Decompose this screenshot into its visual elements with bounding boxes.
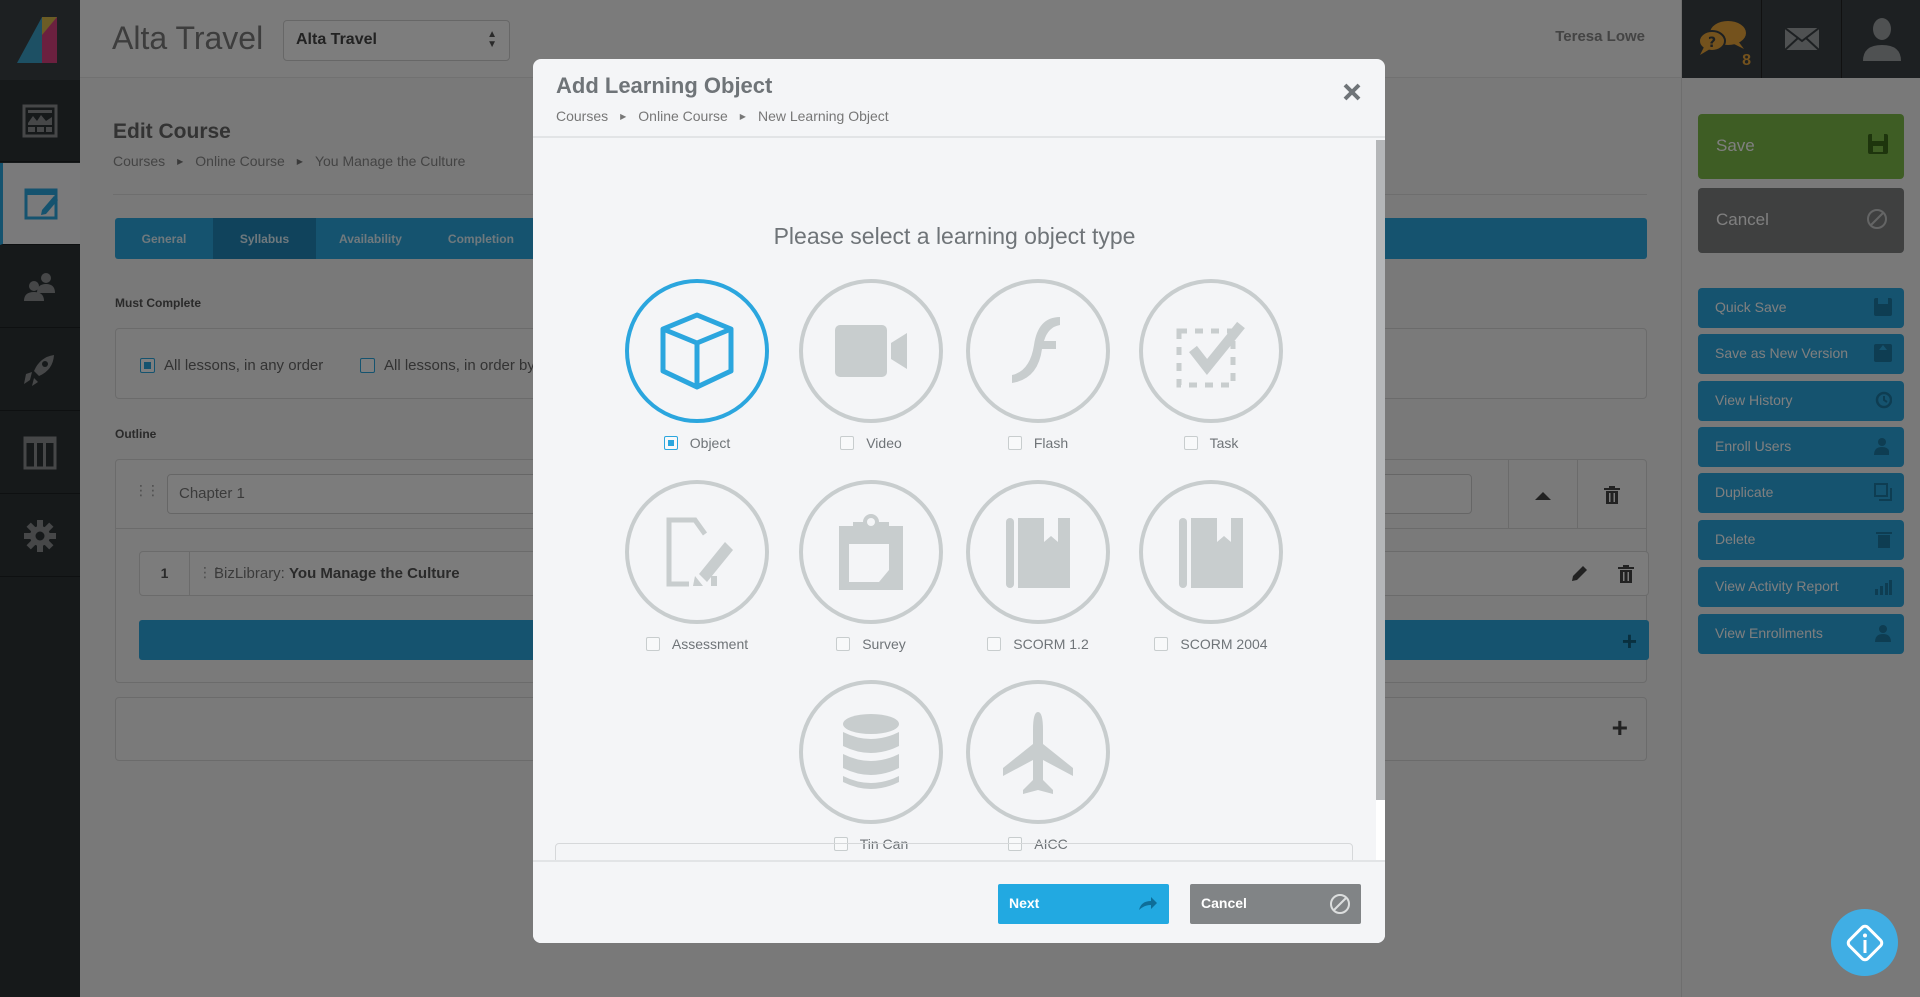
type-scorm-2004-tile[interactable] — [1139, 480, 1283, 624]
add-learning-object-modal: Add Learning Object Courses ▶ Online Cou… — [533, 59, 1385, 943]
close-icon[interactable] — [1341, 81, 1363, 103]
modal-body: Please select a learning object type Obj… — [533, 140, 1385, 873]
type-checkbox[interactable] — [987, 637, 1002, 651]
breadcrumb-item: New Learning Object — [757, 108, 889, 124]
breadcrumb-item[interactable]: Courses — [556, 108, 608, 124]
type-option[interactable]: Assessment — [617, 636, 777, 652]
modal-cancel-button[interactable]: Cancel — [1190, 884, 1361, 924]
flash-icon — [1012, 317, 1060, 383]
type-task-tile[interactable] — [1139, 279, 1283, 423]
type-checkbox[interactable] — [1007, 436, 1022, 450]
type-flash-tile[interactable] — [966, 279, 1110, 423]
next-button[interactable]: Next — [998, 884, 1169, 924]
next-button-label: Next — [1009, 895, 1040, 911]
type-option[interactable]: Video — [791, 435, 951, 451]
type-checkbox[interactable] — [836, 637, 851, 651]
type-aicc-tile[interactable] — [966, 680, 1110, 824]
modal-cancel-label: Cancel — [1201, 895, 1247, 911]
modal-breadcrumb: Courses ▶ Online Course ▶ New Learning O… — [556, 108, 889, 124]
modal-title: Add Learning Object — [556, 73, 773, 98]
type-checkbox[interactable] — [663, 436, 678, 450]
database-icon — [843, 714, 899, 789]
breadcrumb-caret-icon: ▶ — [739, 111, 746, 121]
type-checkbox[interactable] — [1154, 637, 1169, 651]
scrollbar-thumb[interactable] — [1376, 140, 1385, 800]
modal-prompt: Please select a learning object type — [773, 223, 1136, 249]
book-icon — [1006, 518, 1070, 588]
type-option[interactable]: Task — [1131, 435, 1291, 451]
video-camera-icon — [835, 325, 907, 377]
type-scorm-1-2-tile[interactable] — [966, 480, 1110, 624]
type-tin-can-tile[interactable] — [799, 680, 943, 824]
cube-icon — [660, 312, 734, 390]
type-video-tile[interactable] — [799, 279, 943, 423]
type-option[interactable]: Flash — [958, 435, 1118, 451]
book-icon — [1179, 518, 1243, 588]
modal-footer: Next Cancel — [533, 860, 1385, 943]
breadcrumb-caret-icon: ▶ — [620, 111, 627, 121]
type-checkbox[interactable] — [1183, 436, 1198, 450]
info-diamond-icon — [1846, 924, 1883, 961]
airplane-icon — [1003, 712, 1073, 794]
breadcrumb-item[interactable]: Online Course — [638, 108, 728, 124]
assessment-icon — [666, 517, 733, 587]
type-label: SCORM 1.2 — [1013, 636, 1089, 652]
clipboard-icon — [839, 514, 903, 590]
modal-scrollbar[interactable] — [1376, 140, 1385, 860]
type-assessment-tile[interactable] — [625, 480, 769, 624]
help-button[interactable] — [1831, 909, 1898, 976]
type-checkbox[interactable] — [840, 436, 855, 450]
type-label: Video — [866, 435, 902, 451]
type-option[interactable]: Survey — [791, 636, 951, 652]
type-checkbox[interactable] — [645, 637, 660, 651]
type-label: Object — [689, 435, 731, 451]
type-label: SCORM 2004 — [1180, 636, 1268, 652]
type-label: Task — [1209, 435, 1239, 451]
modal-header: Add Learning Object Courses ▶ Online Cou… — [533, 59, 1385, 138]
type-option[interactable]: SCORM 2004 — [1131, 636, 1291, 652]
type-option[interactable]: Object — [617, 435, 777, 451]
task-check-icon — [1176, 321, 1245, 388]
type-label: Survey — [862, 636, 906, 652]
share-arrow-icon — [1139, 897, 1157, 910]
type-label: Assessment — [671, 636, 749, 652]
type-survey-tile[interactable] — [799, 480, 943, 624]
type-label: Flash — [1033, 435, 1069, 451]
ban-icon — [1330, 894, 1350, 914]
type-option[interactable]: SCORM 1.2 — [958, 636, 1118, 652]
type-object-tile[interactable] — [625, 279, 769, 423]
